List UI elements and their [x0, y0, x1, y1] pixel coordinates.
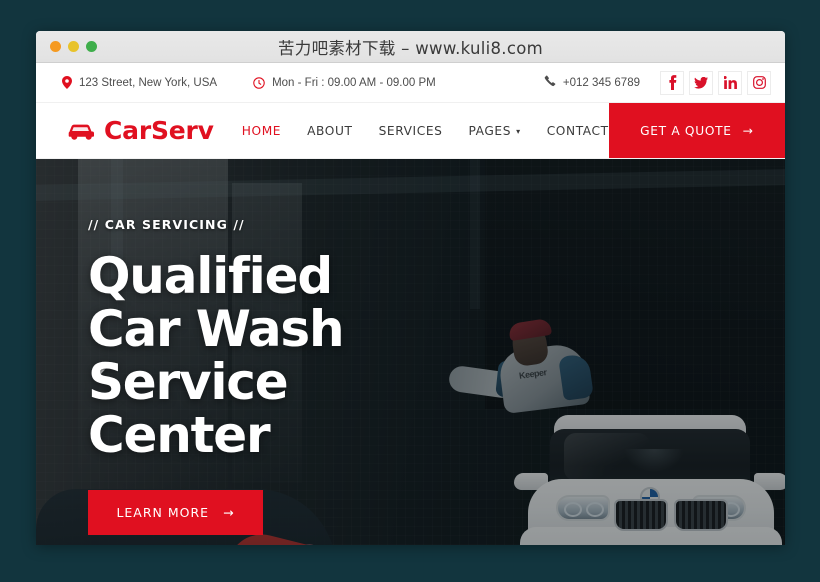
- top-info-bar: 123 Street, New York, USA Mon - Fri : 09…: [36, 63, 785, 103]
- page-viewport: 123 Street, New York, USA Mon - Fri : 09…: [36, 63, 785, 545]
- top-bar-right: +012 345 6789: [544, 70, 785, 95]
- learn-more-button[interactable]: LEARN MORE →: [88, 490, 263, 535]
- address-text: 123 Street, New York, USA: [79, 76, 218, 89]
- linkedin-icon[interactable]: [718, 70, 742, 95]
- phone-item[interactable]: +012 345 6789: [544, 75, 640, 90]
- instagram-icon[interactable]: [747, 70, 771, 95]
- nav-item-about[interactable]: ABOUT: [307, 124, 352, 138]
- address-item: 123 Street, New York, USA: [62, 76, 217, 89]
- brand-logo[interactable]: CarServ: [36, 103, 242, 158]
- nav-item-home[interactable]: HOME: [242, 124, 281, 138]
- nav-item-contact-label: CONTACT: [546, 123, 609, 138]
- clock-icon: [253, 76, 265, 89]
- browser-title-bar: 苦力吧素材下载 – www.kuli8.com: [36, 31, 785, 63]
- twitter-icon[interactable]: [689, 70, 713, 95]
- hours-item: Mon - Fri : 09.00 AM - 09.00 PM: [253, 77, 436, 89]
- get-a-quote-label: GET A QUOTE: [640, 123, 732, 138]
- hero-content: // CAR SERVICING // Qualified Car Wash S…: [88, 217, 418, 535]
- hero-eyebrow: // CAR SERVICING //: [88, 217, 245, 232]
- car-icon: [66, 122, 95, 140]
- brand-name: CarServ: [104, 116, 214, 145]
- nav-item-services[interactable]: SERVICES: [379, 124, 443, 138]
- nav-item-pages[interactable]: PAGES ▾: [468, 124, 520, 138]
- social-links[interactable]: [660, 70, 771, 95]
- nav-item-about-label: ABOUT: [307, 123, 353, 138]
- phone-text: +012 345 6789: [562, 76, 640, 89]
- hours-text: Mon - Fri : 09.00 AM - 09.00 PM: [272, 76, 436, 89]
- carousel-prev-arrow: ‹: [96, 357, 106, 390]
- nav-item-contact[interactable]: CONTACT: [547, 124, 609, 138]
- map-pin-icon: [62, 76, 72, 89]
- learn-more-label: LEARN MORE: [116, 505, 210, 520]
- nav-menu: HOME ABOUT SERVICES PAGES ▾ CONTACT: [242, 103, 609, 158]
- phone-icon: [544, 75, 556, 90]
- hero-title: Qualified Car Wash Service Center: [88, 247, 345, 464]
- nav-item-services-label: SERVICES: [378, 123, 443, 138]
- window-title: 苦力吧素材下载 – www.kuli8.com: [277, 38, 543, 58]
- nav-item-pages-label: PAGES: [468, 123, 512, 138]
- nav-item-home-label: HOME: [241, 123, 282, 138]
- get-a-quote-button[interactable]: GET A QUOTE →: [608, 103, 785, 158]
- facebook-icon[interactable]: [660, 70, 684, 95]
- hero-carousel: Keeper ENEOS: [36, 159, 785, 545]
- main-navigation: CarServ HOME ABOUT SERVICES PAGES ▾ CONT…: [36, 103, 785, 159]
- arrow-right-icon: →: [223, 505, 235, 520]
- arrow-right-icon: →: [742, 123, 754, 138]
- chevron-down-icon: ▾: [516, 127, 521, 136]
- carousel-prev-button[interactable]: ‹: [96, 359, 106, 389]
- browser-window: 苦力吧素材下载 – www.kuli8.com 123 Street, New …: [36, 31, 785, 545]
